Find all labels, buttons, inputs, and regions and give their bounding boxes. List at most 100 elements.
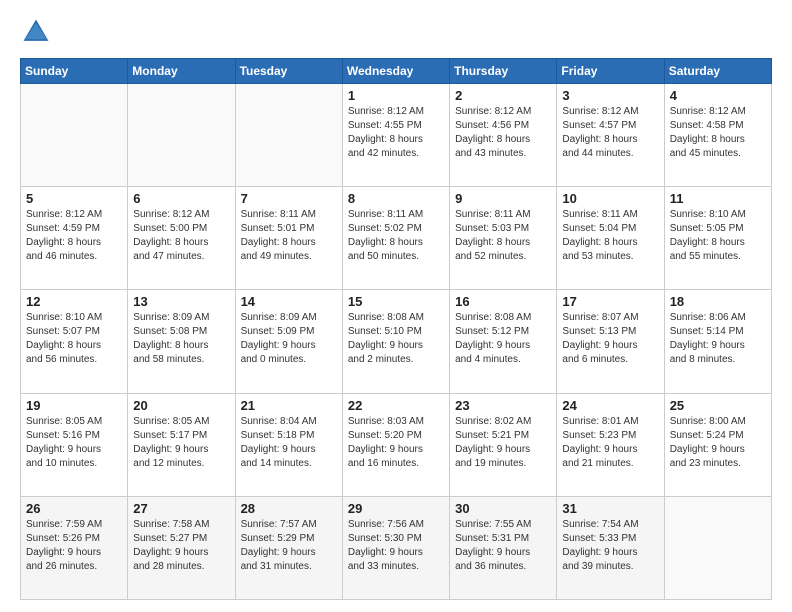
day-number: 29 [348,501,444,516]
day-info: Sunrise: 8:12 AM Sunset: 4:56 PM Dayligh… [455,105,551,161]
calendar-cell: 16 Sunrise: 8:08 AM Sunset: 5:12 PM Dayli… [450,290,557,393]
calendar-cell: 11Sunrise: 8:10 AM Sunset: 5:05 PM Dayli… [664,187,771,290]
day-info: Sunrise: 8:12 AM Sunset: 4:55 PM Dayligh… [348,105,444,161]
calendar-cell: 9 Sunrise: 8:11 AM Sunset: 5:03 PM Daylig… [450,187,557,290]
day-info: Sunrise: 8:08 AM Sunset: 5:12 PM Dayligh… [455,311,551,367]
calendar-cell: 12 Sunrise: 8:10 AM Sunset: 5:07 PM Dayli… [21,290,128,393]
day-info: Sunrise: 8:05 AM Sunset: 5:17 PM Dayligh… [133,415,229,471]
day-number: 16 [455,294,551,309]
calendar-cell: 14Sunrise: 8:09 AM Sunset: 5:09 PM Dayli… [235,290,342,393]
calendar-cell: 22 Sunrise: 8:03 AM Sunset: 5:20 PM Dayli… [342,393,449,496]
day-number: 10 [562,191,658,206]
day-number: 6 [133,191,229,206]
header-day-saturday: Saturday [664,59,771,84]
day-info: Sunrise: 8:12 AM Sunset: 5:00 PM Dayligh… [133,208,229,264]
day-info: Sunrise: 8:01 AM Sunset: 5:23 PM Dayligh… [562,415,658,471]
day-info: Sunrise: 8:12 AM Sunset: 4:58 PM Dayligh… [670,105,766,161]
day-info: Sunrise: 8:05 AM Sunset: 5:16 PM Dayligh… [26,415,122,471]
calendar-cell: 18Sunrise: 8:06 AM Sunset: 5:14 PM Dayli… [664,290,771,393]
day-number: 3 [562,88,658,103]
week-row-4: 26 Sunrise: 7:59 AM Sunset: 5:26 PM Dayli… [21,496,772,599]
day-info: Sunrise: 8:12 AM Sunset: 4:57 PM Dayligh… [562,105,658,161]
calendar-cell: 29 Sunrise: 7:56 AM Sunset: 5:30 PM Dayli… [342,496,449,599]
calendar-cell: 19 Sunrise: 8:05 AM Sunset: 5:16 PM Dayli… [21,393,128,496]
header-day-wednesday: Wednesday [342,59,449,84]
day-number: 31 [562,501,658,516]
week-row-2: 12 Sunrise: 8:10 AM Sunset: 5:07 PM Dayli… [21,290,772,393]
week-row-1: 5Sunrise: 8:12 AM Sunset: 4:59 PM Daylig… [21,187,772,290]
calendar-cell [664,496,771,599]
calendar-cell: 6 Sunrise: 8:12 AM Sunset: 5:00 PM Daylig… [128,187,235,290]
calendar-cell: 26 Sunrise: 7:59 AM Sunset: 5:26 PM Dayli… [21,496,128,599]
week-row-0: 1 Sunrise: 8:12 AM Sunset: 4:55 PM Daylig… [21,84,772,187]
day-info: Sunrise: 8:02 AM Sunset: 5:21 PM Dayligh… [455,415,551,471]
page: SundayMondayTuesdayWednesdayThursdayFrid… [0,0,792,612]
calendar-cell: 24 Sunrise: 8:01 AM Sunset: 5:23 PM Dayli… [557,393,664,496]
day-info: Sunrise: 8:09 AM Sunset: 5:08 PM Dayligh… [133,311,229,367]
calendar-cell: 5Sunrise: 8:12 AM Sunset: 4:59 PM Daylig… [21,187,128,290]
calendar-cell: 30 Sunrise: 7:55 AM Sunset: 5:31 PM Dayli… [450,496,557,599]
calendar-cell: 20 Sunrise: 8:05 AM Sunset: 5:17 PM Dayli… [128,393,235,496]
calendar-cell: 2Sunrise: 8:12 AM Sunset: 4:56 PM Daylig… [450,84,557,187]
calendar-header: SundayMondayTuesdayWednesdayThursdayFrid… [21,59,772,84]
calendar-cell: 7 Sunrise: 8:11 AM Sunset: 5:01 PM Daylig… [235,187,342,290]
calendar-cell: 31 Sunrise: 7:54 AM Sunset: 5:33 PM Dayli… [557,496,664,599]
day-info: Sunrise: 8:10 AM Sunset: 5:07 PM Dayligh… [26,311,122,367]
day-number: 9 [455,191,551,206]
day-number: 14 [241,294,337,309]
calendar-cell: 3 Sunrise: 8:12 AM Sunset: 4:57 PM Daylig… [557,84,664,187]
calendar-cell [128,84,235,187]
day-number: 13 [133,294,229,309]
day-number: 30 [455,501,551,516]
header-day-tuesday: Tuesday [235,59,342,84]
day-info: Sunrise: 7:54 AM Sunset: 5:33 PM Dayligh… [562,518,658,574]
day-number: 17 [562,294,658,309]
day-number: 8 [348,191,444,206]
calendar-cell: 28Sunrise: 7:57 AM Sunset: 5:29 PM Dayli… [235,496,342,599]
day-info: Sunrise: 8:03 AM Sunset: 5:20 PM Dayligh… [348,415,444,471]
day-number: 25 [670,398,766,413]
day-number: 23 [455,398,551,413]
day-number: 24 [562,398,658,413]
day-number: 28 [241,501,337,516]
day-number: 22 [348,398,444,413]
week-row-3: 19 Sunrise: 8:05 AM Sunset: 5:16 PM Dayli… [21,393,772,496]
header-day-sunday: Sunday [21,59,128,84]
day-number: 1 [348,88,444,103]
day-info: Sunrise: 7:58 AM Sunset: 5:27 PM Dayligh… [133,518,229,574]
day-info: Sunrise: 8:11 AM Sunset: 5:02 PM Dayligh… [348,208,444,264]
day-number: 12 [26,294,122,309]
day-info: Sunrise: 7:59 AM Sunset: 5:26 PM Dayligh… [26,518,122,574]
calendar-cell [235,84,342,187]
day-info: Sunrise: 8:04 AM Sunset: 5:18 PM Dayligh… [241,415,337,471]
day-info: Sunrise: 7:55 AM Sunset: 5:31 PM Dayligh… [455,518,551,574]
header-day-monday: Monday [128,59,235,84]
calendar-cell: 25 Sunrise: 8:00 AM Sunset: 5:24 PM Dayli… [664,393,771,496]
day-number: 4 [670,88,766,103]
calendar-cell: 27 Sunrise: 7:58 AM Sunset: 5:27 PM Dayli… [128,496,235,599]
day-number: 20 [133,398,229,413]
day-number: 5 [26,191,122,206]
calendar-cell: 4 Sunrise: 8:12 AM Sunset: 4:58 PM Daylig… [664,84,771,187]
day-info: Sunrise: 8:11 AM Sunset: 5:04 PM Dayligh… [562,208,658,264]
calendar-table: SundayMondayTuesdayWednesdayThursdayFrid… [20,58,772,600]
calendar-cell: 8 Sunrise: 8:11 AM Sunset: 5:02 PM Daylig… [342,187,449,290]
day-number: 26 [26,501,122,516]
day-info: Sunrise: 7:56 AM Sunset: 5:30 PM Dayligh… [348,518,444,574]
day-info: Sunrise: 8:11 AM Sunset: 5:03 PM Dayligh… [455,208,551,264]
header-day-friday: Friday [557,59,664,84]
day-info: Sunrise: 8:11 AM Sunset: 5:01 PM Dayligh… [241,208,337,264]
day-info: Sunrise: 8:00 AM Sunset: 5:24 PM Dayligh… [670,415,766,471]
day-info: Sunrise: 8:07 AM Sunset: 5:13 PM Dayligh… [562,311,658,367]
day-info: Sunrise: 8:10 AM Sunset: 5:05 PM Dayligh… [670,208,766,264]
day-number: 27 [133,501,229,516]
calendar-cell: 13 Sunrise: 8:09 AM Sunset: 5:08 PM Dayli… [128,290,235,393]
logo-icon [20,16,52,48]
day-number: 19 [26,398,122,413]
header [20,16,772,48]
header-row: SundayMondayTuesdayWednesdayThursdayFrid… [21,59,772,84]
calendar-cell: 17 Sunrise: 8:07 AM Sunset: 5:13 PM Dayli… [557,290,664,393]
day-number: 7 [241,191,337,206]
calendar-cell: 15Sunrise: 8:08 AM Sunset: 5:10 PM Dayli… [342,290,449,393]
calendar-cell: 21Sunrise: 8:04 AM Sunset: 5:18 PM Dayli… [235,393,342,496]
